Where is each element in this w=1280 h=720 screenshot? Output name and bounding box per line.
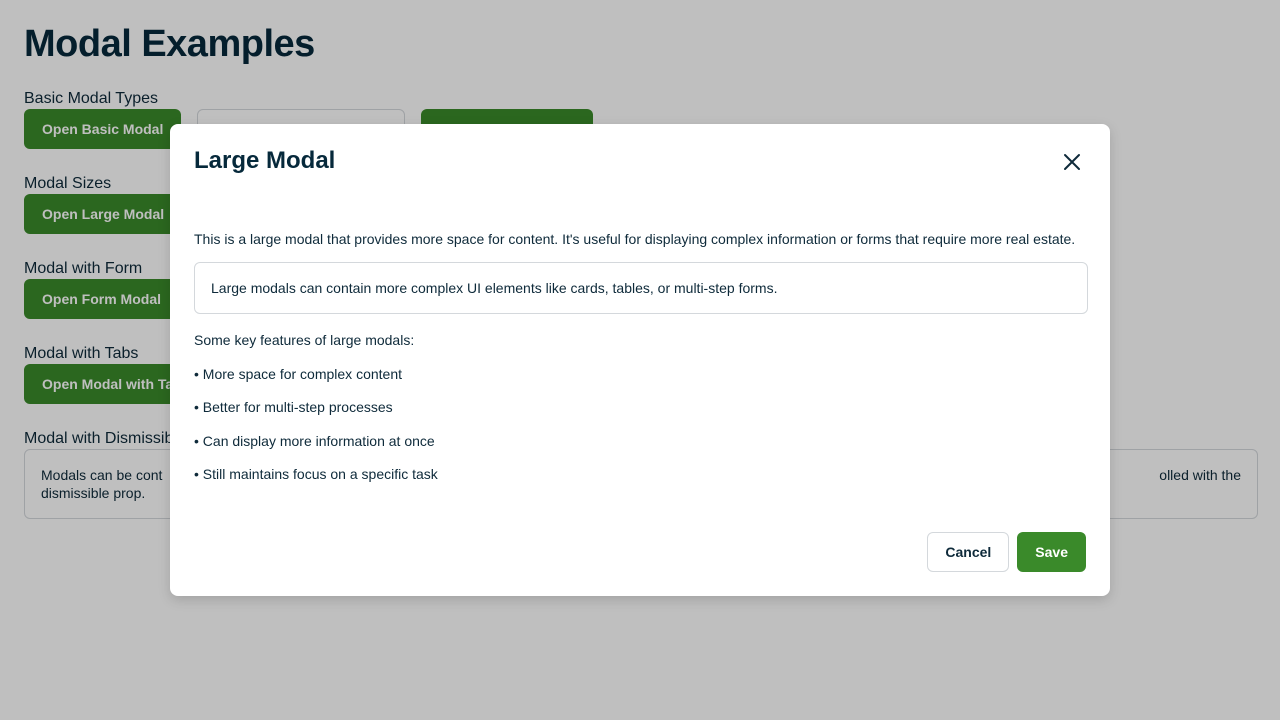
cancel-button[interactable]: Cancel — [927, 532, 1010, 572]
features-intro: Some key features of large modals: — [194, 332, 415, 348]
feature-item: • Can display more information at once — [194, 432, 435, 449]
modal-body: This is a large modal that provides more… — [194, 230, 1088, 483]
feature-item: • Still maintains focus on a specific ta… — [194, 466, 438, 482]
save-button[interactable]: Save — [1017, 532, 1086, 572]
close-icon[interactable] — [1056, 148, 1088, 176]
modal-title: Large Modal — [194, 147, 336, 174]
feature-item: • Better for multi-step processes — [194, 399, 393, 415]
feature-item: • More space for complex content — [194, 365, 402, 382]
modal-callout: Large modals can contain more complex UI… — [194, 262, 1088, 314]
modal-footer: Cancel Save — [927, 532, 1086, 572]
large-modal: Large Modal This is a large modal that p… — [170, 124, 1110, 596]
modal-description: This is a large modal that provides more… — [194, 231, 1076, 247]
